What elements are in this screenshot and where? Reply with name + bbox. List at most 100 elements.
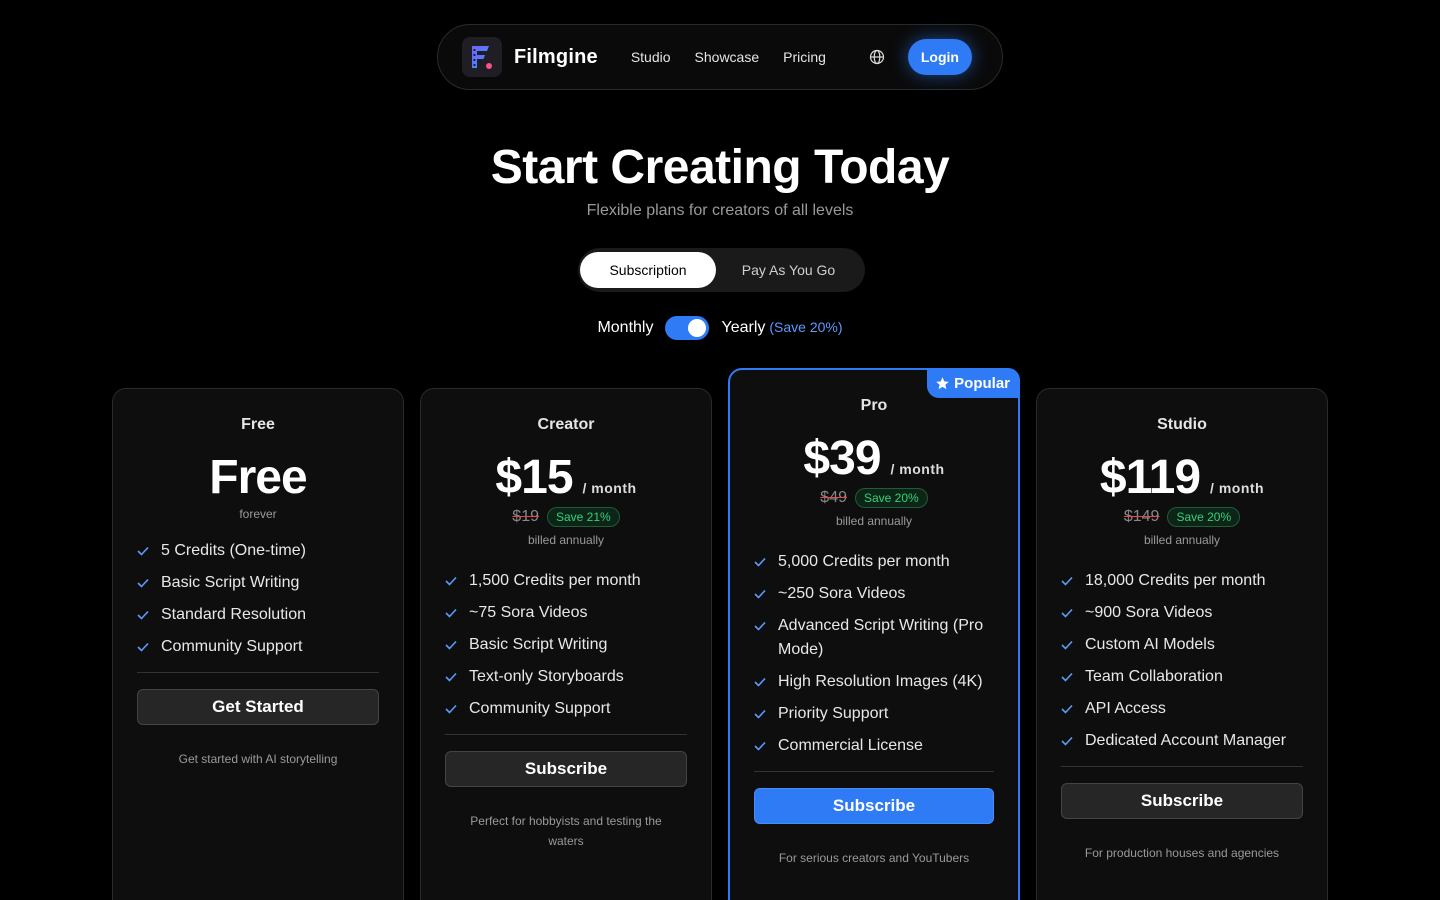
billing-switch[interactable] (665, 316, 710, 340)
globe-icon[interactable] (868, 48, 886, 66)
feature-text: Community Support (161, 638, 303, 655)
get-started-button[interactable]: Get Started (137, 689, 379, 725)
plan-description: For production houses and agencies (1084, 846, 1280, 860)
plan-card-creator: Creator $15 / month $19 Save 21% billed … (420, 388, 712, 900)
check-icon (1061, 665, 1073, 689)
check-icon (445, 601, 457, 625)
feature-list: 18,000 Credits per month ~900 Sora Video… (1061, 569, 1303, 753)
list-item: Custom AI Models (1061, 633, 1303, 657)
subscribe-button[interactable]: Subscribe (754, 788, 994, 824)
feature-text: Standard Resolution (161, 606, 306, 623)
check-icon (1061, 633, 1073, 657)
list-item: High Resolution Images (4K) (754, 670, 994, 694)
check-icon (445, 665, 457, 689)
feature-text: Text-only Storyboards (469, 668, 624, 685)
divider (754, 771, 994, 772)
plan-card-pro: Popular Pro $39 / month $49 Save 20% bil… (728, 368, 1020, 900)
check-icon (1061, 601, 1073, 625)
subscribe-button[interactable]: Subscribe (1061, 783, 1303, 819)
list-item: Team Collaboration (1061, 665, 1303, 689)
feature-text: Custom AI Models (1085, 636, 1215, 653)
check-icon (137, 539, 149, 563)
check-icon (1061, 697, 1073, 721)
plan-price: Free (209, 451, 307, 504)
price-row: $39 / month (754, 431, 994, 486)
feature-list: 1,500 Credits per month ~75 Sora Videos … (445, 569, 687, 721)
plan-description: For serious creators and YouTubers (778, 851, 970, 865)
subscribe-button[interactable]: Subscribe (445, 751, 687, 787)
feature-text: API Access (1085, 700, 1166, 717)
list-item: ~900 Sora Videos (1061, 601, 1303, 625)
feature-text: Team Collaboration (1085, 668, 1223, 685)
list-item: Community Support (137, 635, 379, 659)
billed-note: billed annually (835, 514, 913, 528)
popular-label: Popular (954, 374, 1010, 392)
price-row: $119 / month (1061, 450, 1303, 505)
page-title: Start Creating Today (490, 141, 950, 194)
check-icon (445, 697, 457, 721)
monthly-label: Monthly (597, 319, 654, 336)
check-icon (754, 702, 766, 726)
yearly-text: Yearly (721, 319, 766, 336)
original-price: $49 (820, 489, 847, 506)
check-icon (445, 569, 457, 593)
tab-subscription[interactable]: Subscription (580, 252, 716, 288)
check-icon (754, 670, 766, 694)
top-navbar: Filmgine Studio Showcase Pricing Login (437, 24, 1003, 90)
check-icon (445, 633, 457, 657)
list-item: Basic Script Writing (445, 633, 687, 657)
list-item: 18,000 Credits per month (1061, 569, 1303, 593)
price-period: / month (890, 461, 945, 477)
list-item: Dedicated Account Manager (1061, 729, 1303, 753)
brand-name[interactable]: Filmgine (514, 46, 598, 69)
list-item: Text-only Storyboards (445, 665, 687, 689)
divider (445, 734, 687, 735)
login-button[interactable]: Login (907, 39, 972, 75)
check-icon (137, 635, 149, 659)
list-item: 1,500 Credits per month (445, 569, 687, 593)
plan-description: Get started with AI storytelling (178, 752, 338, 766)
plan-card-free: Free Free forever 5 Credits (One-time) B… (112, 388, 404, 900)
star-icon (936, 376, 949, 389)
yearly-label: Yearly (Save 20%) (721, 319, 842, 337)
feature-list: 5 Credits (One-time) Basic Script Writin… (137, 539, 379, 659)
feature-text: 18,000 Credits per month (1085, 572, 1266, 589)
feature-text: Advanced Script Writing (Pro Mode) (778, 617, 984, 658)
feature-text: Basic Script Writing (161, 574, 300, 591)
list-item: Commercial License (754, 734, 994, 758)
feature-text: 5 Credits (One-time) (161, 542, 306, 559)
feature-text: Commercial License (778, 737, 923, 754)
list-item: Standard Resolution (137, 603, 379, 627)
feature-text: Basic Script Writing (469, 636, 608, 653)
divider (1061, 766, 1303, 767)
list-item: 5 Credits (One-time) (137, 539, 379, 563)
price-period: / month (582, 480, 637, 496)
billing-period-toggle: Monthly Yearly (Save 20%) (0, 316, 1440, 340)
plan-price: $39 (803, 432, 881, 485)
list-item: ~250 Sora Videos (754, 582, 994, 606)
discount-row: $49 Save 20% (754, 488, 994, 508)
divider (137, 672, 379, 673)
tab-pay-as-you-go[interactable]: Pay As You Go (716, 252, 861, 288)
save-badge: Save 20% (855, 488, 928, 508)
feature-text: 5,000 Credits per month (778, 553, 950, 570)
list-item: Community Support (445, 697, 687, 721)
check-icon (137, 603, 149, 627)
feature-text: 1,500 Credits per month (469, 572, 641, 589)
feature-text: ~250 Sora Videos (778, 585, 906, 602)
plan-price: $119 (1099, 451, 1201, 504)
filmgine-logo-icon[interactable] (462, 37, 502, 77)
save-badge: Save 21% (547, 507, 620, 527)
feature-text: Priority Support (778, 705, 889, 722)
feature-text: High Resolution Images (4K) (778, 673, 983, 690)
check-icon (754, 582, 766, 606)
plan-card-studio: Studio $119 / month $149 Save 20% billed… (1036, 388, 1328, 900)
discount-row: $149 Save 20% (1061, 507, 1303, 527)
plan-name: Pro (860, 397, 888, 414)
page-subtitle: Flexible plans for creators of all level… (586, 202, 854, 219)
nav-link-showcase[interactable]: Showcase (695, 49, 760, 65)
nav-link-pricing[interactable]: Pricing (783, 49, 826, 65)
nav-link-studio[interactable]: Studio (631, 49, 671, 65)
list-item: Advanced Script Writing (Pro Mode) (754, 614, 994, 662)
price-note: forever (239, 507, 277, 521)
